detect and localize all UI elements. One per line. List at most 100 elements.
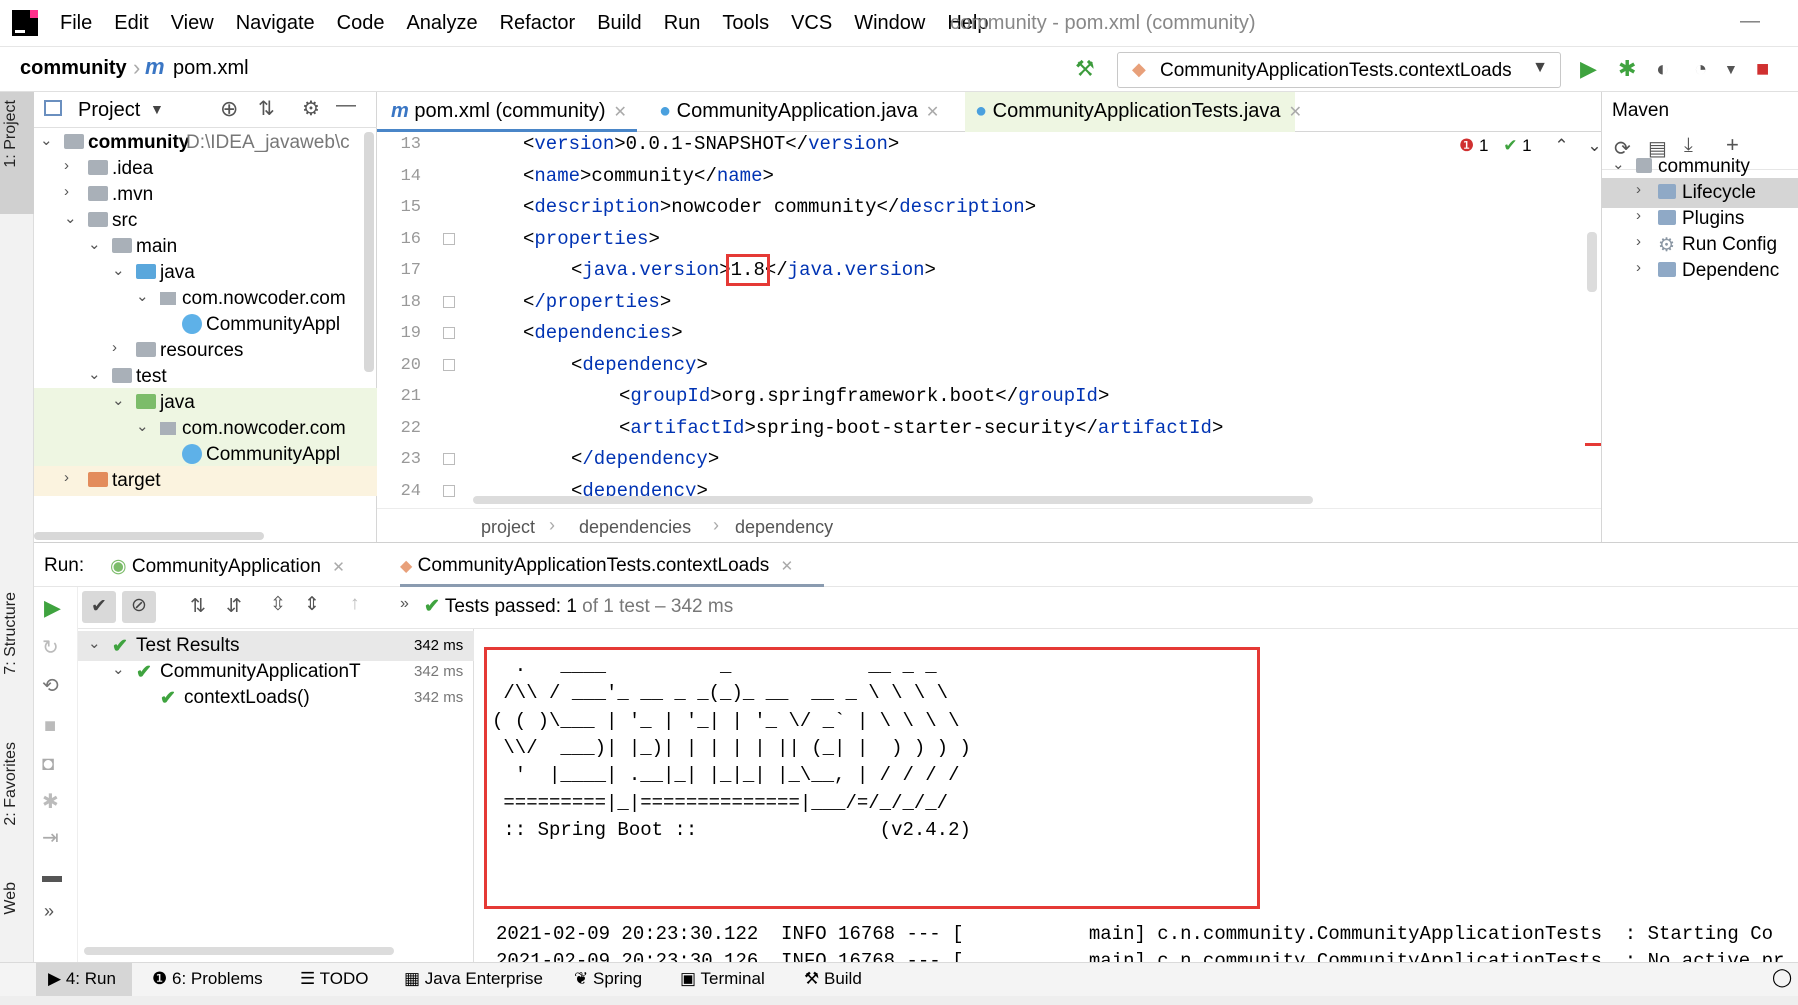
tab-community-application-tests[interactable]: ● CommunityApplicationTests.java ✕ <box>965 92 1302 132</box>
locate-target-icon[interactable]: ⊕ <box>220 96 238 122</box>
project-scrollbar[interactable] <box>364 132 374 372</box>
menu-navigate[interactable]: Navigate <box>236 12 315 35</box>
editor-vscrollbar[interactable] <box>1587 232 1597 292</box>
tool-tab-structure[interactable]: 7: Structure <box>2 592 20 675</box>
sort-alpha-icon[interactable]: ⇅ <box>190 595 206 618</box>
tool-tab-label: 6: Problems <box>171 969 263 988</box>
close-icon[interactable]: ✕ <box>332 559 345 576</box>
maven-item-dependencies[interactable]: › Dependenc <box>1602 256 1798 286</box>
collapse-all-icon[interactable]: ⇅ <box>258 96 275 121</box>
menu-refactor[interactable]: Refactor <box>500 12 576 35</box>
breadcrumb-dependency[interactable]: dependency <box>735 517 833 538</box>
fold-marker-icon[interactable] <box>443 295 455 308</box>
menu-build[interactable]: Build <box>597 12 641 35</box>
menu-edit[interactable]: Edit <box>114 12 148 35</box>
menu-run[interactable]: Run <box>664 12 701 35</box>
fold-marker-icon[interactable] <box>443 358 455 371</box>
xml-open-tag: </dependency> <box>571 448 720 470</box>
rerun-icon[interactable]: ▶ <box>44 595 61 621</box>
menu-vcs[interactable]: VCS <box>791 12 832 35</box>
collapse-all-icon[interactable]: ⇕ <box>304 593 320 616</box>
nav-project[interactable]: community <box>20 57 127 80</box>
inspection-widget[interactable]: ❶ 1 ✔ 1 ⌃ ⌄ <box>1459 136 1602 156</box>
more-icon[interactable]: » <box>44 901 54 922</box>
import-tests-icon[interactable]: ⇥ <box>42 825 59 850</box>
rerun-failed-icon[interactable]: ↻ <box>42 635 59 660</box>
stop-icon[interactable]: ■ <box>44 715 56 738</box>
tool-tab-java-enterprise[interactable]: ▦ Java Enterprise <box>404 969 543 989</box>
tool-tab-favorites[interactable]: 2: Favorites <box>2 742 20 826</box>
run-icon[interactable]: ▶ <box>1580 56 1597 82</box>
code-editor[interactable]: 13 14 15 16 17 18 19 20 21 22 23 24 <version>0.0.1-… <box>377 132 1602 508</box>
show-passed-icon[interactable]: ✔ <box>82 591 116 623</box>
minimize-icon[interactable]: — <box>1740 10 1760 33</box>
tool-tab-project[interactable]: 1: Project <box>2 100 20 168</box>
layout-icon[interactable]: ▬ <box>42 865 62 888</box>
stop-icon[interactable]: ■ <box>1756 56 1769 82</box>
tool-tab-spring[interactable]: ❦ Spring <box>574 969 642 989</box>
menu-tools[interactable]: Tools <box>722 12 769 35</box>
close-icon[interactable]: ✕ <box>614 104 627 121</box>
menu-window[interactable]: Window <box>854 12 925 35</box>
menu-analyze[interactable]: Analyze <box>406 12 477 35</box>
bottom-tool-bar: ▶ 4: Run ❶ 6: Problems ☰ TODO ▦ Java Ent… <box>0 962 1798 997</box>
chevron-down-icon: ⌄ <box>112 262 125 279</box>
breadcrumb-dependencies[interactable]: dependencies <box>579 517 691 538</box>
camera-icon[interactable]: ◘ <box>42 753 54 776</box>
project-hscrollbar[interactable] <box>34 532 264 540</box>
event-log-icon[interactable]: ◯ <box>1772 967 1792 988</box>
menu-view[interactable]: View <box>171 12 214 35</box>
tool-tab-problems[interactable]: ❶ 6: Problems <box>152 969 263 989</box>
debug-bug-icon[interactable]: ✱ <box>42 789 59 814</box>
expand-all-icon[interactable]: ⇳ <box>270 593 286 616</box>
breadcrumb-project[interactable]: project <box>481 517 535 538</box>
xml-tag: version <box>808 133 888 155</box>
show-ignored-icon[interactable]: ⊘ <box>122 591 156 623</box>
menu-file[interactable]: File <box>60 12 92 35</box>
tool-tab-web[interactable]: Web <box>2 882 20 915</box>
tests-hscrollbar[interactable] <box>84 947 394 955</box>
profile-icon[interactable]: ◔ <box>1694 56 1707 82</box>
close-icon[interactable]: ✕ <box>926 104 939 121</box>
folder-icon <box>112 238 132 253</box>
fold-marker-icon[interactable] <box>443 327 455 339</box>
debug-bug-icon[interactable]: ✱ <box>1618 56 1636 82</box>
hide-panel-icon[interactable]: — <box>336 94 356 117</box>
build-hammer-icon[interactable]: ⚒ <box>1075 56 1095 82</box>
tool-tab-label: Java Enterprise <box>424 969 543 988</box>
fold-marker-icon[interactable] <box>443 232 455 245</box>
xml-tag: /properties <box>534 290 660 313</box>
more-icon[interactable]: » <box>400 595 409 613</box>
run-configuration-select[interactable]: ◆ CommunityApplicationTests.contextLoads… <box>1117 52 1561 88</box>
close-icon[interactable]: ✕ <box>781 558 794 575</box>
chevron-up-icon[interactable]: ⌃ <box>1554 136 1568 155</box>
toggle-auto-test-icon[interactable]: ⟲ <box>42 673 59 698</box>
menu-code[interactable]: Code <box>337 12 385 35</box>
tab-community-application[interactable]: ● CommunityApplication.java ✕ <box>659 92 959 132</box>
test-item-method[interactable]: ✔ contextLoads() 342 ms <box>78 683 474 713</box>
gear-icon[interactable]: ⚙ <box>302 96 320 121</box>
tool-tab-build[interactable]: ⚒ Build <box>804 969 862 989</box>
tool-tab-todo[interactable]: ☰ TODO <box>300 969 368 989</box>
tree-item-target[interactable]: › target <box>34 466 377 496</box>
chevron-down-icon[interactable]: ▼ <box>150 101 164 117</box>
project-panel-title[interactable]: Project <box>78 99 140 122</box>
fold-marker-icon[interactable] <box>443 453 455 465</box>
arrow-up-icon[interactable]: ↑ <box>350 593 360 615</box>
chevron-down-icon[interactable]: ▼ <box>1724 61 1738 77</box>
sort-duration-icon[interactable]: ⇵ <box>226 595 242 618</box>
tab-pom-xml[interactable]: m pom.xml (community) ✕ <box>377 92 637 132</box>
error-stripe-mark[interactable] <box>1585 443 1601 446</box>
tool-tab-run[interactable]: ▶ 4: Run <box>48 969 116 989</box>
close-icon[interactable]: ✕ <box>1289 104 1302 121</box>
nav-file[interactable]: pom.xml <box>173 57 249 80</box>
editor-hscrollbar[interactable] <box>473 496 1313 504</box>
coverage-icon[interactable]: ◐ <box>1656 56 1669 82</box>
console-output[interactable]: . ____ _ __ _ _ /\\ / ___'_ __ _ _(_)_ _… <box>474 629 1798 972</box>
terminal-icon: ▣ <box>680 969 697 988</box>
tool-tab-terminal[interactable]: ▣ Terminal <box>680 969 765 989</box>
fold-marker-icon[interactable] <box>443 484 455 497</box>
run-tab-community-application[interactable]: ◉ CommunityApplication ✕ <box>110 543 360 587</box>
chevron-down-icon[interactable]: ⌄ <box>1587 136 1601 155</box>
run-tab-tests-context-loads[interactable]: ◆ CommunityApplicationTests.contextLoads… <box>400 543 824 587</box>
